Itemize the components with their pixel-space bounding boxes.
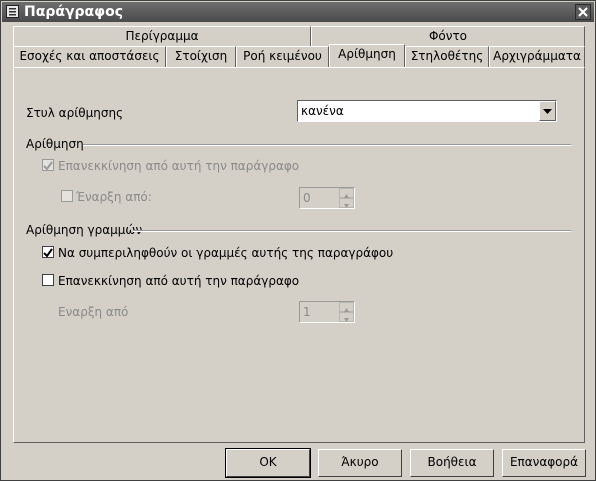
close-icon[interactable] [575, 4, 591, 20]
tab-numbering-label: Αρίθμηση [338, 47, 396, 61]
title-bar: Παράγραφος [2, 2, 594, 22]
help-button[interactable]: Βοήθεια [410, 449, 494, 477]
line-start-at-label: Εναρξη από [58, 305, 129, 319]
tab-text-flow-label: Ροή κειμένου [243, 49, 322, 63]
combobox-dropdown-button[interactable] [539, 101, 556, 121]
line-start-at-value: 1 [303, 305, 311, 319]
ok-button-label: OK [259, 455, 277, 469]
tab-borders[interactable]: Περίγραμμα [13, 26, 311, 47]
restart-numbering-checkbox[interactable] [42, 159, 54, 171]
line-numbering-section-title: Αρίθμηση γραμμών [26, 223, 143, 237]
start-at-checkbox[interactable] [61, 190, 73, 202]
start-at-spinbox[interactable]: 0 [299, 187, 355, 209]
help-button-label: Βοήθεια [427, 455, 477, 469]
cancel-button-label: Άκυρο [341, 455, 379, 469]
checkmark-icon [43, 248, 53, 258]
reset-button-label: Επαναφορά [509, 455, 579, 469]
tab-numbering[interactable]: Αρίθμηση [329, 44, 405, 67]
restart-line-numbering-checkbox[interactable] [42, 274, 54, 286]
tab-alignment-label: Στοίχιση [174, 49, 228, 63]
tab-drop-caps-label: Αρχιγράμματα [493, 49, 581, 63]
spin-up-button[interactable] [339, 302, 354, 312]
numbering-style-combobox[interactable]: κανένα [297, 100, 557, 122]
numbering-style-label: Στυλ αρίθμησης [26, 106, 124, 120]
paragraph-dialog: Παράγραφος Περίγραμμα Φόντο Εσοχές και α… [0, 0, 596, 481]
tab-borders-label: Περίγραμμα [125, 29, 199, 43]
tab-background-label: Φόντο [428, 29, 468, 43]
spin-down-button[interactable] [339, 312, 354, 322]
spin-down-button[interactable] [339, 198, 354, 208]
spin-up-button[interactable] [339, 188, 354, 198]
start-at-label: Έναρξη από: [76, 190, 152, 204]
ok-button[interactable]: OK [225, 448, 311, 478]
numbering-divider [83, 144, 571, 146]
restart-numbering-label: Επανεκκίνηση από αυτή την παράγραφο [58, 159, 300, 173]
tab-tabs[interactable]: Στηλοθέτης [405, 46, 489, 67]
chevron-down-icon [543, 109, 552, 114]
start-at-value: 0 [303, 191, 311, 205]
tab-drop-caps[interactable]: Αρχιγράμματα [489, 46, 585, 67]
line-numbering-divider [133, 230, 571, 232]
numbering-section-title: Αρίθμηση [26, 137, 84, 151]
cancel-button[interactable]: Άκυρο [318, 449, 402, 477]
restart-line-numbering-label: Επανεκκίνηση από αυτή την παράγραφο [58, 274, 300, 288]
reset-button[interactable]: Επαναφορά [502, 449, 586, 477]
tab-indents-spacing[interactable]: Εσοχές και αποστάσεις [13, 46, 166, 67]
arrow-down-icon [344, 204, 349, 208]
arrow-down-icon [344, 318, 349, 322]
numbering-style-value: κανένα [301, 104, 344, 118]
line-start-at-spinbox[interactable]: 1 [299, 301, 355, 323]
tab-indents-label: Εσοχές και αποστάσεις [19, 49, 160, 63]
window-title: Παράγραφος [24, 4, 124, 20]
tab-alignment[interactable]: Στοίχιση [166, 46, 236, 67]
include-lines-label: Να συμπεριληφθούν οι γραμμές αυτής της π… [58, 246, 394, 260]
window-menu-icon[interactable] [6, 5, 19, 18]
checkmark-icon [43, 161, 53, 171]
tab-tabs-label: Στηλοθέτης [410, 49, 484, 63]
tab-text-flow[interactable]: Ροή κειμένου [236, 46, 329, 67]
include-lines-checkbox[interactable] [42, 246, 54, 258]
